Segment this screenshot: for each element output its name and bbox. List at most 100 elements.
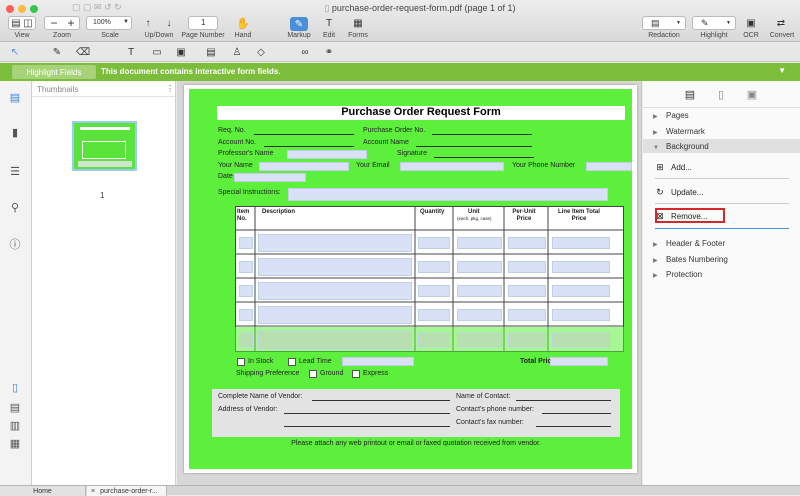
link-icon[interactable]: ⚭ [322, 46, 336, 59]
eraser-icon[interactable]: ⌫ [76, 46, 90, 59]
express-checkbox[interactable] [352, 370, 360, 378]
text-tool-icon[interactable]: T [124, 46, 138, 59]
description-field[interactable] [258, 331, 412, 349]
item-no-field[interactable] [239, 285, 253, 297]
per-unit-price-field[interactable] [508, 237, 546, 249]
per-unit-price-field[interactable] [508, 285, 546, 297]
unit-field[interactable] [457, 237, 502, 249]
item-no-field[interactable] [239, 261, 253, 273]
lead-time-checkbox[interactable] [288, 358, 296, 366]
total-price-field[interactable] [550, 357, 608, 366]
single-page-view-icon[interactable]: ▤ [11, 17, 21, 30]
watermark-item[interactable]: ▶ Watermark [653, 127, 705, 136]
line-total-field[interactable] [552, 285, 610, 297]
search-icon[interactable]: ⚲ [8, 201, 22, 214]
description-field[interactable] [258, 282, 412, 300]
protection-item[interactable]: ▶ Protection [653, 270, 702, 279]
pages-item[interactable]: ▶ Pages [653, 111, 689, 120]
date-field[interactable] [234, 173, 306, 182]
two-page-view-icon[interactable]: ◫ [23, 17, 33, 30]
page-number-input[interactable]: 1 [188, 16, 218, 30]
vertical-scrollbar[interactable] [633, 85, 639, 481]
line-total-field[interactable] [552, 261, 610, 273]
bookmark-icon[interactable]: ▮ [8, 126, 22, 139]
note-icon[interactable]: ▣ [174, 46, 188, 59]
quantity-field[interactable] [418, 333, 450, 347]
outline-list-icon[interactable]: ☰ [8, 165, 22, 178]
bates-numbering-item[interactable]: ▶ Bates Numbering [653, 255, 728, 264]
special-instructions-field[interactable] [288, 188, 608, 201]
description-field[interactable] [258, 306, 412, 324]
ocr-icon[interactable]: ▣ [744, 17, 758, 30]
single-view-icon[interactable]: ▯ [8, 381, 22, 394]
lead-time-field[interactable] [342, 357, 414, 366]
thumbnails-menu-icon[interactable]: ⋮ [166, 84, 174, 93]
header-footer-item[interactable]: ▶ Header & Footer [653, 239, 725, 248]
ground-checkbox[interactable] [309, 370, 317, 378]
background-item[interactable]: ▼ Background [653, 142, 709, 151]
line-total-field[interactable] [552, 309, 610, 321]
your-name-field[interactable] [259, 162, 349, 171]
markup-tool-button[interactable]: ✎ [290, 17, 308, 31]
page-tools-tab-icon[interactable]: ▤ [683, 87, 697, 101]
zoom-window-button[interactable] [30, 5, 38, 13]
document-viewer[interactable]: Purchase Order Request Form Req. No. Pur… [177, 81, 642, 485]
item-no-field[interactable] [239, 309, 253, 321]
convert-icon[interactable]: ⇄ [774, 17, 788, 30]
select-cursor-icon[interactable]: ↖ [8, 46, 22, 59]
page-down-button[interactable]: ↓ [163, 17, 175, 30]
per-unit-price-field[interactable] [508, 261, 546, 273]
forms-tool-button[interactable]: ▦ [350, 17, 366, 30]
page-thumbnail[interactable] [72, 121, 137, 171]
line-total-field[interactable] [552, 333, 610, 347]
crop-tab-icon[interactable]: ▣ [745, 87, 759, 101]
callout-icon[interactable]: ▤ [204, 46, 218, 59]
textbox-icon[interactable]: ▭ [150, 46, 164, 59]
quantity-field[interactable] [418, 285, 450, 297]
highlight-button[interactable]: ✎ ▼ [692, 16, 736, 30]
description-field[interactable] [258, 234, 412, 252]
in-stock-checkbox[interactable] [237, 358, 245, 366]
shapes-icon[interactable]: ◇ [254, 46, 268, 59]
info-icon[interactable]: ⓘ [8, 238, 22, 251]
close-tab-icon[interactable]: × [91, 488, 95, 495]
item-no-field[interactable] [239, 237, 253, 249]
chevron-down-icon[interactable]: ▼ [778, 66, 786, 75]
quantity-field[interactable] [418, 237, 450, 249]
pen-icon[interactable]: ✎ [50, 46, 64, 59]
attachment-icon[interactable]: ∞ [298, 46, 312, 59]
update-background-button[interactable]: ↻ Update... [655, 184, 703, 200]
quantity-field[interactable] [418, 261, 450, 273]
unit-field[interactable] [457, 285, 502, 297]
close-window-button[interactable] [6, 5, 14, 13]
stamp-icon[interactable]: ♙ [230, 46, 244, 59]
hand-tool-icon[interactable]: ✋ [236, 17, 250, 30]
continuous-view-icon[interactable]: ▤ [8, 401, 22, 414]
professor-name-field[interactable] [287, 150, 367, 159]
facing-view-icon[interactable]: ▥ [8, 419, 22, 432]
your-email-field[interactable] [400, 162, 504, 171]
unit-field[interactable] [457, 261, 502, 273]
zoom-out-button[interactable]: − [48, 16, 60, 30]
document-tab-icon[interactable]: ▯ [714, 87, 728, 101]
redaction-button[interactable]: ▤ ▼ [642, 16, 686, 30]
grid-view-icon[interactable]: ▦ [8, 437, 22, 450]
your-phone-field[interactable] [586, 162, 632, 171]
per-unit-price-field[interactable] [508, 309, 546, 321]
description-field[interactable] [258, 258, 412, 276]
add-background-button[interactable]: ⊞ Add... [655, 159, 692, 175]
zoom-in-button[interactable]: + [65, 16, 77, 30]
page-up-button[interactable]: ↑ [142, 17, 154, 30]
scale-select[interactable]: 100% ▼ [86, 16, 132, 30]
line-total-field[interactable] [552, 237, 610, 249]
edit-tool-button[interactable]: T [321, 17, 337, 30]
quantity-field[interactable] [418, 309, 450, 321]
item-no-field[interactable] [239, 333, 253, 347]
per-unit-price-field[interactable] [508, 333, 546, 347]
unit-field[interactable] [457, 333, 502, 347]
minimize-window-button[interactable] [18, 5, 26, 13]
remove-background-button[interactable]: ⊠ Remove... [655, 208, 707, 224]
highlight-fields-button[interactable]: Highlight Fields [12, 65, 96, 79]
unit-field[interactable] [457, 309, 502, 321]
thumbnails-icon[interactable]: ▤ [8, 91, 22, 104]
